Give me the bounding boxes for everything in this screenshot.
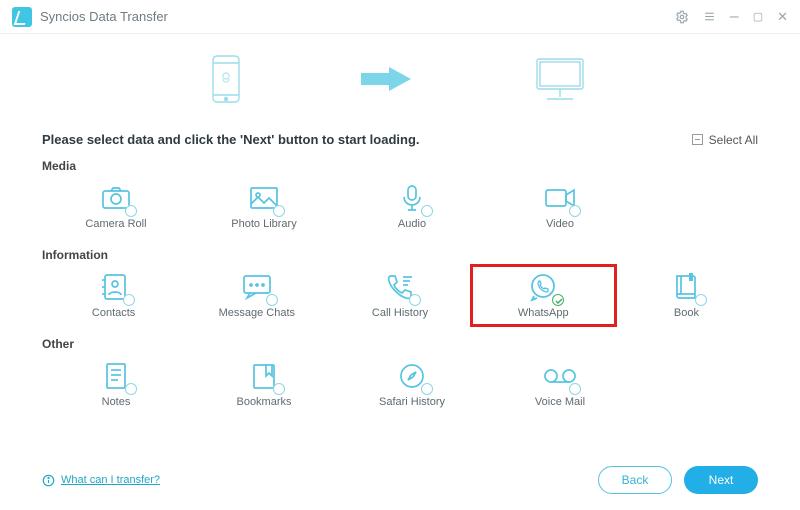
arrow-right-icon (361, 65, 411, 93)
item-label: Book (674, 307, 699, 319)
item-label: Photo Library (231, 218, 296, 230)
footer: What can I transfer? Back Next (0, 458, 800, 510)
next-button[interactable]: Next (684, 466, 758, 494)
maximize-button[interactable]: ▢ (753, 10, 763, 23)
transfer-direction-hero (0, 34, 800, 124)
minimize-button[interactable]: – (730, 8, 739, 26)
section-title-media: Media (42, 159, 758, 173)
select-all-label: Select All (709, 133, 758, 147)
close-button[interactable]: ✕ (777, 9, 788, 25)
section-title-information: Information (42, 248, 758, 262)
source-device-phone-icon (211, 54, 241, 104)
help-link[interactable]: What can I transfer? (42, 474, 160, 487)
app-title: Syncios Data Transfer (40, 9, 168, 24)
target-device-computer-icon (531, 55, 589, 103)
menu-icon[interactable] (703, 10, 716, 23)
help-link-label: What can I transfer? (61, 474, 160, 486)
item-label: Call History (372, 307, 428, 319)
media-grid: Camera Roll Photo Library Audio Video (42, 177, 758, 236)
item-whatsapp[interactable]: WhatsApp (472, 266, 615, 325)
item-bookmarks[interactable]: Bookmarks (190, 355, 338, 414)
item-label: Bookmarks (236, 396, 291, 408)
info-icon (42, 474, 55, 487)
item-audio[interactable]: Audio (338, 177, 486, 236)
item-book[interactable]: Book (615, 266, 758, 325)
item-label: Audio (398, 218, 426, 230)
item-label: Notes (102, 396, 131, 408)
app-logo-icon (12, 7, 32, 27)
item-message-chats[interactable]: Message Chats (185, 266, 328, 325)
item-label: Safari History (379, 396, 445, 408)
content-area: Please select data and click the 'Next' … (0, 132, 800, 414)
information-grid: Contacts Message Chats Call History What… (42, 266, 758, 325)
title-bar: Syncios Data Transfer – ▢ ✕ (0, 0, 800, 34)
item-label: Message Chats (219, 307, 295, 319)
item-label: Voice Mail (535, 396, 585, 408)
checkbox-icon (692, 134, 703, 145)
select-all-checkbox[interactable]: Select All (692, 133, 758, 147)
gear-icon[interactable] (675, 10, 689, 24)
item-label: WhatsApp (518, 307, 569, 319)
item-safari-history[interactable]: Safari History (338, 355, 486, 414)
window-controls: – ▢ ✕ (675, 8, 788, 26)
item-voice-mail[interactable]: Voice Mail (486, 355, 634, 414)
other-grid: Notes Bookmarks Safari History Voice Mai… (42, 355, 758, 414)
microphone-icon (401, 184, 423, 212)
item-contacts[interactable]: Contacts (42, 266, 185, 325)
instruction-text: Please select data and click the 'Next' … (42, 132, 420, 147)
item-label: Camera Roll (85, 218, 146, 230)
item-call-history[interactable]: Call History (328, 266, 471, 325)
item-notes[interactable]: Notes (42, 355, 190, 414)
item-camera-roll[interactable]: Camera Roll (42, 177, 190, 236)
back-button[interactable]: Back (598, 466, 672, 494)
section-title-other: Other (42, 337, 758, 351)
item-video[interactable]: Video (486, 177, 634, 236)
notes-icon (104, 362, 128, 390)
item-label: Contacts (92, 307, 135, 319)
item-photo-library[interactable]: Photo Library (190, 177, 338, 236)
item-label: Video (546, 218, 574, 230)
